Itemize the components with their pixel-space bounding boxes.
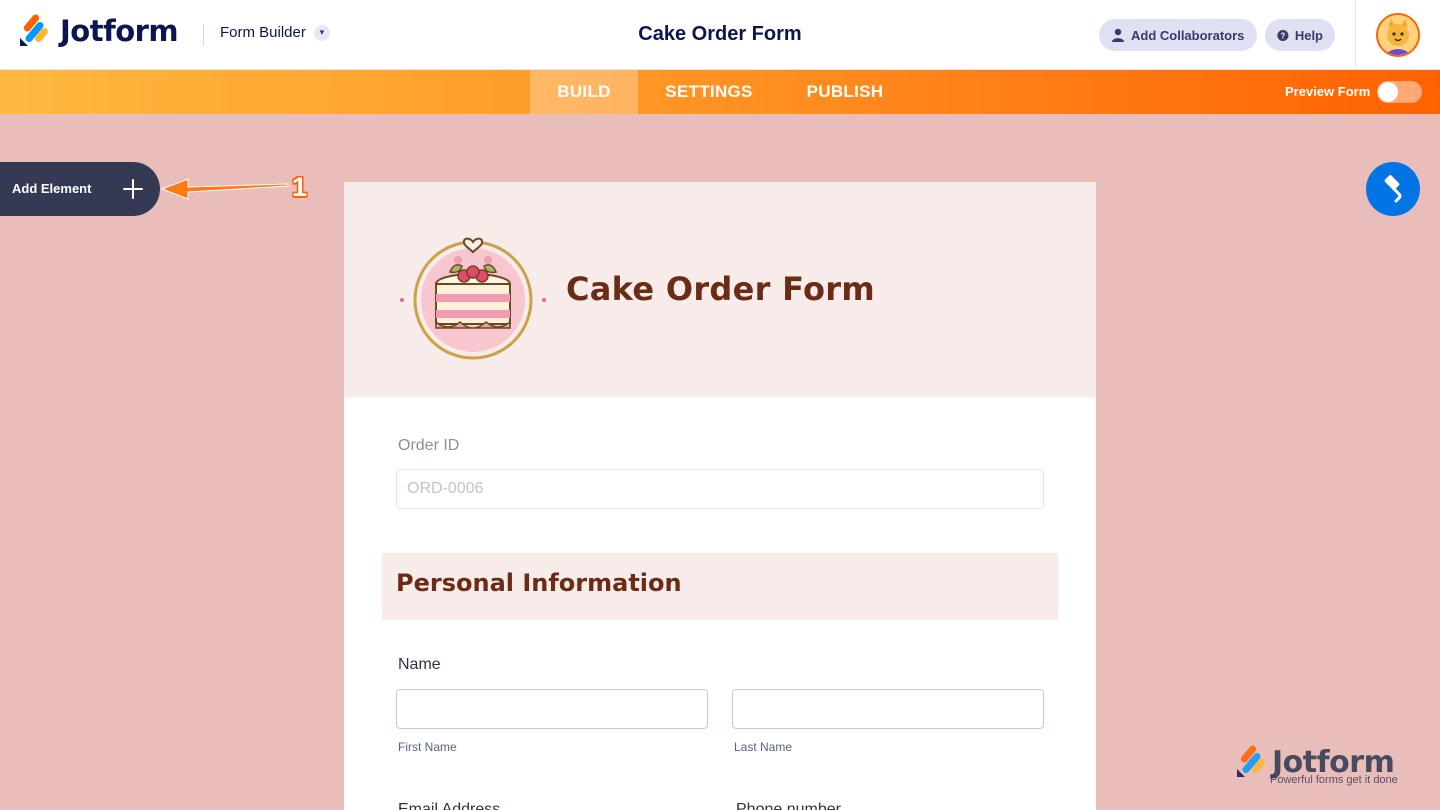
form-heading: Cake Order Form	[566, 270, 876, 308]
first-name-input[interactable]	[396, 689, 708, 729]
jotform-watermark-icon	[1237, 745, 1265, 777]
jotform-logo[interactable]: Jotform	[18, 14, 179, 48]
help-icon: ?	[1277, 29, 1289, 41]
user-icon	[1112, 28, 1124, 42]
section-personal-information[interactable]: Personal Information	[382, 553, 1058, 620]
last-name-sublabel: Last Name	[734, 740, 793, 754]
watermark-tagline: Powerful forms get it done	[1270, 774, 1398, 786]
form-designer-button[interactable]	[1366, 162, 1420, 216]
add-collaborators-label: Add Collaborators	[1131, 27, 1245, 43]
top-header: Jotform Form Builder ▾ Cake Order Form A…	[0, 0, 1440, 70]
last-name-input[interactable]	[732, 689, 1044, 729]
tab-publish[interactable]: PUBLISH	[790, 70, 900, 114]
add-element-button[interactable]: Add Element	[0, 162, 160, 216]
callout-number: 1	[292, 172, 308, 202]
avatar-image	[1378, 15, 1418, 55]
form-header[interactable]: Cake Order Form	[344, 182, 1096, 397]
header-divider	[203, 24, 204, 46]
first-name-sublabel: First Name	[398, 740, 457, 754]
tab-build[interactable]: BUILD	[530, 70, 638, 114]
form-builder-label: Form Builder	[220, 24, 306, 41]
plus-icon	[123, 179, 143, 199]
svg-text:?: ?	[1281, 31, 1286, 40]
help-label: Help	[1294, 27, 1323, 43]
section-title: Personal Information	[396, 569, 682, 597]
builder-nav: BUILD SETTINGS PUBLISH Preview Form	[0, 70, 1440, 114]
add-collaborators-button[interactable]: Add Collaborators	[1099, 19, 1257, 51]
toggle-knob	[1378, 82, 1398, 102]
order-id-input[interactable]: ORD-0006	[396, 469, 1044, 509]
header-divider-right	[1355, 0, 1356, 70]
jotform-watermark[interactable]: Jotform Powerful forms get it done	[1234, 745, 1414, 790]
form-builder-menu[interactable]: Form Builder ▾	[220, 24, 330, 41]
brand-name: Jotform	[60, 14, 179, 48]
help-button[interactable]: ? Help	[1265, 19, 1335, 51]
paint-roller-icon	[1384, 175, 1402, 203]
order-id-label[interactable]: Order ID	[398, 437, 459, 455]
chevron-down-icon: ▾	[313, 24, 330, 41]
form-card: Cake Order Form Order ID ORD-0006 Person…	[344, 182, 1096, 810]
user-avatar[interactable]	[1376, 13, 1420, 57]
callout-arrow-icon	[160, 178, 289, 200]
email-address-label[interactable]: Email Address	[398, 801, 500, 810]
tab-settings[interactable]: SETTINGS	[648, 70, 770, 114]
cake-logo-icon	[400, 237, 546, 360]
phone-number-label[interactable]: Phone number	[736, 801, 841, 810]
add-element-label: Add Element	[12, 181, 92, 196]
preview-form-toggle[interactable]	[1377, 81, 1422, 103]
jotform-logo-icon	[20, 14, 48, 46]
preview-form-label: Preview Form	[1285, 84, 1371, 99]
name-label[interactable]: Name	[398, 656, 441, 674]
